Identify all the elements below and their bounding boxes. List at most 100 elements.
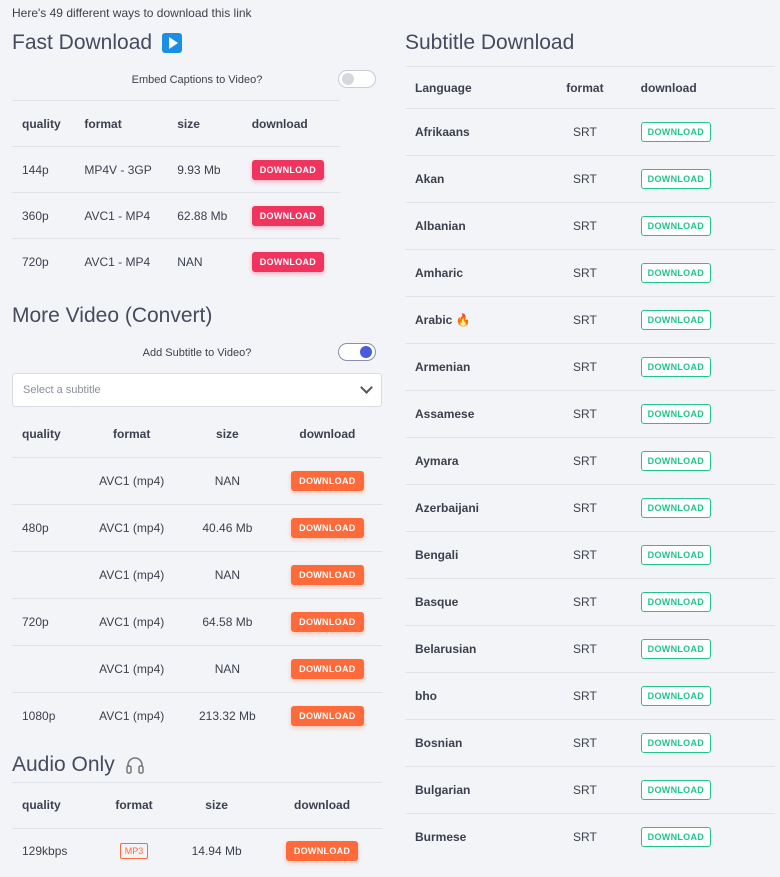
subtitle-download-button[interactable]: DOWNLOAD [640, 310, 712, 330]
download-button[interactable]: DOWNLOAD [291, 471, 364, 491]
format-cell: SRT [573, 595, 597, 609]
table-row: Azerbaijani SRT DOWNLOAD [405, 484, 775, 532]
format-cell: SRT [573, 172, 597, 186]
toggle-knob [360, 345, 372, 358]
language-name: Azerbaijani [415, 501, 480, 515]
audio-table: quality format size download 129kbps MP3 1… [12, 782, 382, 875]
subtitle-download-button[interactable]: DOWNLOAD [640, 592, 712, 612]
language-cell: Assamese [405, 391, 539, 438]
table-row: Burmese SRT DOWNLOAD [405, 813, 775, 861]
quality-cell: 720p [22, 254, 49, 269]
language-cell: Azerbaijani [405, 485, 539, 532]
header-quality: quality [22, 116, 61, 131]
audio-rows: 129kbps MP3 14.94 Mb DOWNLOAD [12, 828, 382, 874]
download-cell: DOWNLOAD [631, 485, 775, 532]
format-cell: SRT [573, 501, 597, 515]
table-row: 129kbps MP3 14.94 Mb DOWNLOAD [12, 828, 382, 874]
quality-cell: 129kbps [22, 844, 68, 859]
table-row: AVC1 (mp4) NAN DOWNLOAD [12, 457, 382, 505]
language-name: Albanian [415, 219, 466, 233]
quality-cell: 144p [22, 162, 49, 177]
table-row: 720p AVC1 (mp4) 64.58 Mb DOWNLOAD [12, 598, 382, 646]
format-cell: AVC1 (mp4) [99, 474, 165, 488]
language-name: bho [415, 689, 437, 703]
header-download: download [251, 116, 308, 131]
table-row: Bengali SRT DOWNLOAD [405, 531, 775, 579]
language-cell: Albanian [405, 203, 539, 250]
download-button[interactable]: DOWNLOAD [251, 251, 325, 272]
language-cell: Aymara [405, 438, 539, 485]
download-cell: DOWNLOAD [631, 109, 775, 156]
format-cell: SRT [573, 689, 597, 703]
subtitle-download-button[interactable]: DOWNLOAD [640, 263, 712, 283]
download-cell: DOWNLOAD [631, 250, 775, 297]
quality-cell: 360p [22, 208, 49, 223]
size-cell: NAN [177, 254, 203, 269]
table-row: Belarusian SRT DOWNLOAD [405, 625, 775, 673]
embed-captions-row: Embed Captions to Video? [12, 60, 382, 100]
header-size: size [205, 798, 228, 812]
header-size: size [216, 426, 239, 441]
subtitle-download-button[interactable]: DOWNLOAD [640, 639, 712, 659]
subtitle-download-button[interactable]: DOWNLOAD [640, 733, 712, 753]
format-cell: AVC1 (mp4) [99, 662, 165, 676]
language-cell: Afrikaans [405, 109, 539, 156]
size-cell: 213.32 Mb [199, 709, 256, 724]
size-cell: 9.93 Mb [177, 162, 221, 177]
subtitle-download-button[interactable]: DOWNLOAD [640, 451, 712, 471]
download-button[interactable]: DOWNLOAD [291, 659, 364, 679]
subtitle-download-button[interactable]: DOWNLOAD [640, 169, 712, 189]
subtitle-download-heading: Subtitle Download [405, 26, 775, 60]
add-subtitle-label: Add Subtitle to Video? [142, 346, 252, 359]
download-cell: DOWNLOAD [631, 767, 775, 814]
download-cell: DOWNLOAD [631, 391, 775, 438]
download-cell: DOWNLOAD [273, 693, 382, 740]
subtitle-download-button[interactable]: DOWNLOAD [640, 216, 712, 236]
subtitle-select-placeholder: Select a subtitle [23, 383, 101, 396]
language-name: Bosnian [415, 736, 463, 750]
subtitle-download-button[interactable]: DOWNLOAD [640, 404, 712, 424]
quality-cell [12, 552, 81, 599]
format-cell: SRT [573, 548, 597, 562]
subtitle-select[interactable]: Select a subtitle [12, 372, 382, 407]
quality-cell: 1080p [22, 709, 56, 724]
language-name: Aymara [415, 454, 459, 468]
subtitle-download-button[interactable]: DOWNLOAD [640, 780, 712, 800]
table-row: Arabic 🔥 SRT DOWNLOAD [405, 296, 775, 344]
download-button[interactable]: DOWNLOAD [291, 518, 364, 538]
download-button[interactable]: DOWNLOAD [291, 612, 364, 632]
download-button[interactable]: DOWNLOAD [291, 706, 364, 727]
format-cell: AVC1 (mp4) [99, 568, 165, 582]
subtitle-download-button[interactable]: DOWNLOAD [640, 686, 712, 706]
download-button[interactable]: DOWNLOAD [285, 841, 359, 862]
download-button[interactable]: DOWNLOAD [251, 159, 325, 180]
header-quality: quality [22, 798, 61, 812]
subtitle-download-button[interactable]: DOWNLOAD [640, 498, 712, 518]
table-row: Amharic SRT DOWNLOAD [405, 249, 775, 297]
play-icon [162, 33, 183, 53]
header-download: download [294, 798, 351, 812]
subtitle-download-button[interactable]: DOWNLOAD [640, 357, 712, 377]
download-button[interactable]: DOWNLOAD [251, 205, 325, 226]
subtitle-download-button[interactable]: DOWNLOAD [640, 122, 712, 142]
language-cell: Bosnian [405, 720, 539, 767]
table-row: Albanian SRT DOWNLOAD [405, 202, 775, 250]
header-language: Language [415, 80, 472, 95]
embed-captions-toggle[interactable] [338, 70, 376, 88]
add-subtitle-toggle[interactable] [338, 342, 376, 361]
language-name: Belarusian [415, 642, 477, 656]
format-cell: SRT [573, 360, 597, 374]
headphones-icon [125, 756, 144, 774]
format-cell: SRT [573, 830, 597, 845]
header-format: format [115, 798, 153, 812]
quality-cell [12, 646, 81, 693]
table-row: Akan SRT DOWNLOAD [405, 155, 775, 203]
subtitle-download-button[interactable]: DOWNLOAD [640, 827, 712, 848]
format-cell: AVC1 - MP4 [84, 254, 151, 269]
chevron-down-icon [360, 380, 373, 394]
toggle-knob [342, 73, 354, 85]
download-button[interactable]: DOWNLOAD [291, 565, 364, 585]
header-size: size [177, 116, 200, 131]
subtitle-download-button[interactable]: DOWNLOAD [640, 545, 712, 565]
table-header-row: Language format download [405, 66, 775, 109]
